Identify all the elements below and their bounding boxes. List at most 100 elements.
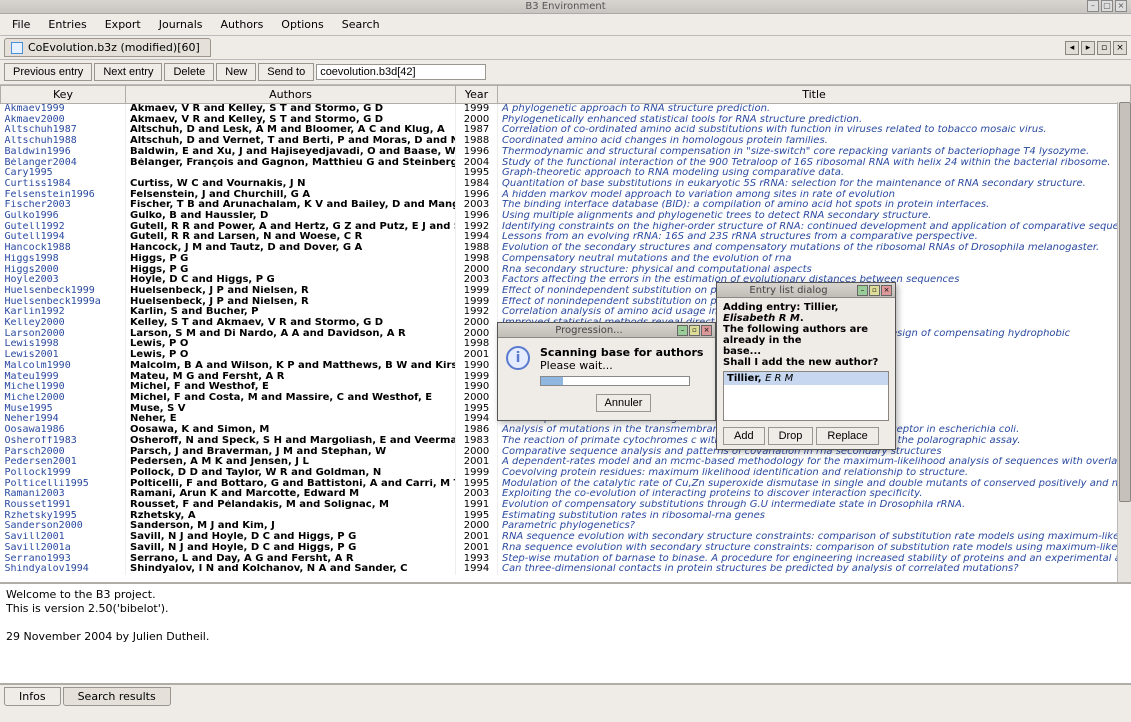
cell-authors: Hancock, J M and Tautz, D and Dover, G A xyxy=(126,243,456,254)
add-button[interactable]: Add xyxy=(723,427,765,445)
table-row[interactable]: Hoyle2003Hoyle, D C and Higgs, P G2003Fa… xyxy=(1,275,1131,286)
table-row[interactable]: Parsch2000Parsch, J and Braverman, J M a… xyxy=(1,447,1131,458)
document-tab[interactable]: CoEvolution.b3z (modified)[60] xyxy=(4,38,211,57)
table-row[interactable]: Rousset1991Rousset, F and Pélandakis, M … xyxy=(1,500,1131,511)
table-row[interactable]: Higgs1998Higgs, P G1998Compensatory neut… xyxy=(1,254,1131,265)
cell-key: Altschuh1988 xyxy=(1,136,126,147)
table-row[interactable]: Gulko1996Gulko, B and Haussler, D1996Usi… xyxy=(1,211,1131,222)
col-authors[interactable]: Authors xyxy=(126,86,456,104)
dlg-close-icon[interactable]: × xyxy=(701,325,712,336)
col-year[interactable]: Year xyxy=(456,86,498,104)
menu-search[interactable]: Search xyxy=(334,16,388,33)
table-row[interactable]: Oosawa1986Oosawa, K and Simon, M1986Anal… xyxy=(1,425,1131,436)
table-row[interactable]: Bélanger2004Bélanger, François and Gagno… xyxy=(1,158,1131,169)
cell-authors: Neher, E xyxy=(126,414,456,425)
replace-button[interactable]: Replace xyxy=(816,427,878,445)
cell-authors: Akmaev, V R and Kelley, S T and Stormo, … xyxy=(126,104,456,115)
minimize-icon[interactable]: – xyxy=(1087,0,1099,12)
doc-close-button[interactable]: × xyxy=(1113,41,1127,55)
table-row[interactable]: Shindyalov1994Shindyalov, I N and Kolcha… xyxy=(1,564,1131,575)
table-row[interactable]: Pedersen2001Pedersen, A M K and Jensen, … xyxy=(1,457,1131,468)
progression-title: Progression... xyxy=(501,325,677,336)
doc-prev-button[interactable]: ◂ xyxy=(1065,41,1079,55)
cell-title: Exploiting the co-evolution of interacti… xyxy=(498,489,1131,500)
menu-export[interactable]: Export xyxy=(97,16,149,33)
table-row[interactable]: Akmaev2000Akmaev, V R and Kelley, S T an… xyxy=(1,115,1131,126)
entry-adding-line: Adding entry: Tillier, Elisabeth R M. xyxy=(723,302,889,324)
table-row[interactable]: Rzhetsky1995Rzhetsky, A1995Estimating su… xyxy=(1,511,1131,522)
dlg-maximize-icon[interactable]: ▫ xyxy=(869,285,880,296)
cell-year: 2000 xyxy=(456,447,498,458)
close-icon[interactable]: × xyxy=(1115,0,1127,12)
entry-list-dialog: Entry list dialog – ▫ × Adding entry: Ti… xyxy=(716,282,896,450)
dlg-minimize-icon[interactable]: – xyxy=(857,285,868,296)
tab-infos[interactable]: Infos xyxy=(4,687,61,706)
cell-authors: Lewis, P O xyxy=(126,350,456,361)
table-row[interactable]: Huelsenbeck1999Huelsenbeck, J P and Niel… xyxy=(1,286,1131,297)
cell-authors: Altschuh, D and Vernet, T and Berti, P a… xyxy=(126,136,456,147)
table-row[interactable]: Polticelli1995Polticelli, F and Bottaro,… xyxy=(1,479,1131,490)
cell-authors: Ramani, Arun K and Marcotte, Edward M xyxy=(126,489,456,500)
table-row[interactable]: Gutell1992Gutell, R R and Power, A and H… xyxy=(1,222,1131,233)
vertical-scrollbar[interactable] xyxy=(1117,102,1131,582)
cell-authors: Malcolm, B A and Wilson, K P and Matthew… xyxy=(126,361,456,372)
author-list-item[interactable]: Tillier, E R M xyxy=(724,372,888,385)
cell-year: 1994 xyxy=(456,414,498,425)
send-to-field[interactable] xyxy=(316,64,486,80)
col-key[interactable]: Key xyxy=(1,86,126,104)
table-row[interactable]: Serrano1993Serrano, L and Day, A G and F… xyxy=(1,554,1131,565)
table-row[interactable]: Ramani2003Ramani, Arun K and Marcotte, E… xyxy=(1,489,1131,500)
cell-authors: Karlin, S and Bucher, P xyxy=(126,307,456,318)
table-row[interactable]: Savill2001aSavill, N J and Hoyle, D C an… xyxy=(1,543,1131,554)
next-entry-button[interactable]: Next entry xyxy=(94,63,162,81)
cell-title: Study of the functional interaction of t… xyxy=(498,158,1131,169)
author-list[interactable]: Tillier, E R M xyxy=(723,371,889,421)
table-row[interactable]: Gutell1994Gutell, R R and Larsen, N and … xyxy=(1,232,1131,243)
dlg-maximize-icon[interactable]: ▫ xyxy=(689,325,700,336)
table-row[interactable]: Hancock1988Hancock, J M and Tautz, D and… xyxy=(1,243,1131,254)
table-row[interactable]: Felsenstein1996Felsenstein, J and Church… xyxy=(1,190,1131,201)
cell-authors: Akmaev, V R and Kelley, S T and Stormo, … xyxy=(126,115,456,126)
table-row[interactable]: Baldwin1996Baldwin, E and Xu, J and Haji… xyxy=(1,147,1131,158)
cell-title: Evolution of compensatory substitutions … xyxy=(498,500,1131,511)
cell-key: Kelley2000 xyxy=(1,318,126,329)
table-row[interactable]: Savill2001Savill, N J and Hoyle, D C and… xyxy=(1,532,1131,543)
cell-key: Savill2001 xyxy=(1,532,126,543)
cell-year: 2000 xyxy=(456,521,498,532)
table-row[interactable]: Karlin1992Karlin, S and Bucher, P1992Cor… xyxy=(1,307,1131,318)
send-to-button[interactable]: Send to xyxy=(258,63,314,81)
maximize-icon[interactable]: ▢ xyxy=(1101,0,1113,12)
new-button[interactable]: New xyxy=(216,63,256,81)
cancel-button[interactable]: Annuler xyxy=(596,394,652,412)
drop-button[interactable]: Drop xyxy=(768,427,814,445)
col-title[interactable]: Title xyxy=(498,86,1131,104)
table-row[interactable]: Altschuh1987Altschuh, D and Lesk, A M an… xyxy=(1,125,1131,136)
menu-options[interactable]: Options xyxy=(273,16,331,33)
delete-button[interactable]: Delete xyxy=(164,63,214,81)
table-row[interactable]: Curtiss1984Curtiss, W C and Vournakis, J… xyxy=(1,179,1131,190)
previous-entry-button[interactable]: Previous entry xyxy=(4,63,92,81)
tab-search-results[interactable]: Search results xyxy=(63,687,171,706)
dlg-minimize-icon[interactable]: – xyxy=(677,325,688,336)
dlg-close-icon[interactable]: × xyxy=(881,285,892,296)
table-row[interactable]: Higgs2000Higgs, P G2000Rna secondary str… xyxy=(1,265,1131,276)
table-row[interactable]: Altschuh1988Altschuh, D and Vernet, T an… xyxy=(1,136,1131,147)
table-row[interactable]: Akmaev1999Akmaev, V R and Kelley, S T an… xyxy=(1,104,1131,115)
menu-file[interactable]: File xyxy=(4,16,38,33)
cell-key: Ramani2003 xyxy=(1,489,126,500)
doc-restore-button[interactable]: ▫ xyxy=(1097,41,1111,55)
table-row[interactable]: Pollock1999Pollock, D D and Taylor, W R … xyxy=(1,468,1131,479)
menu-authors[interactable]: Authors xyxy=(213,16,272,33)
cell-year: 1999 xyxy=(456,372,498,383)
cell-key: Oosawa1986 xyxy=(1,425,126,436)
scrollbar-thumb[interactable] xyxy=(1119,102,1131,502)
doc-next-button[interactable]: ▸ xyxy=(1081,41,1095,55)
cell-key: Gulko1996 xyxy=(1,211,126,222)
table-row[interactable]: Osheroff1983Osheroff, N and Speck, S H a… xyxy=(1,436,1131,447)
table-row[interactable]: Huelsenbeck1999aHuelsenbeck, J P and Nie… xyxy=(1,297,1131,308)
table-row[interactable]: Fischer2003Fischer, T B and Arunachalam,… xyxy=(1,200,1131,211)
menu-entries[interactable]: Entries xyxy=(40,16,94,33)
menu-journals[interactable]: Journals xyxy=(151,16,211,33)
table-row[interactable]: Cary19951995Graph-theoretic approach to … xyxy=(1,168,1131,179)
table-row[interactable]: Sanderson2000Sanderson, M J and Kim, J20… xyxy=(1,521,1131,532)
